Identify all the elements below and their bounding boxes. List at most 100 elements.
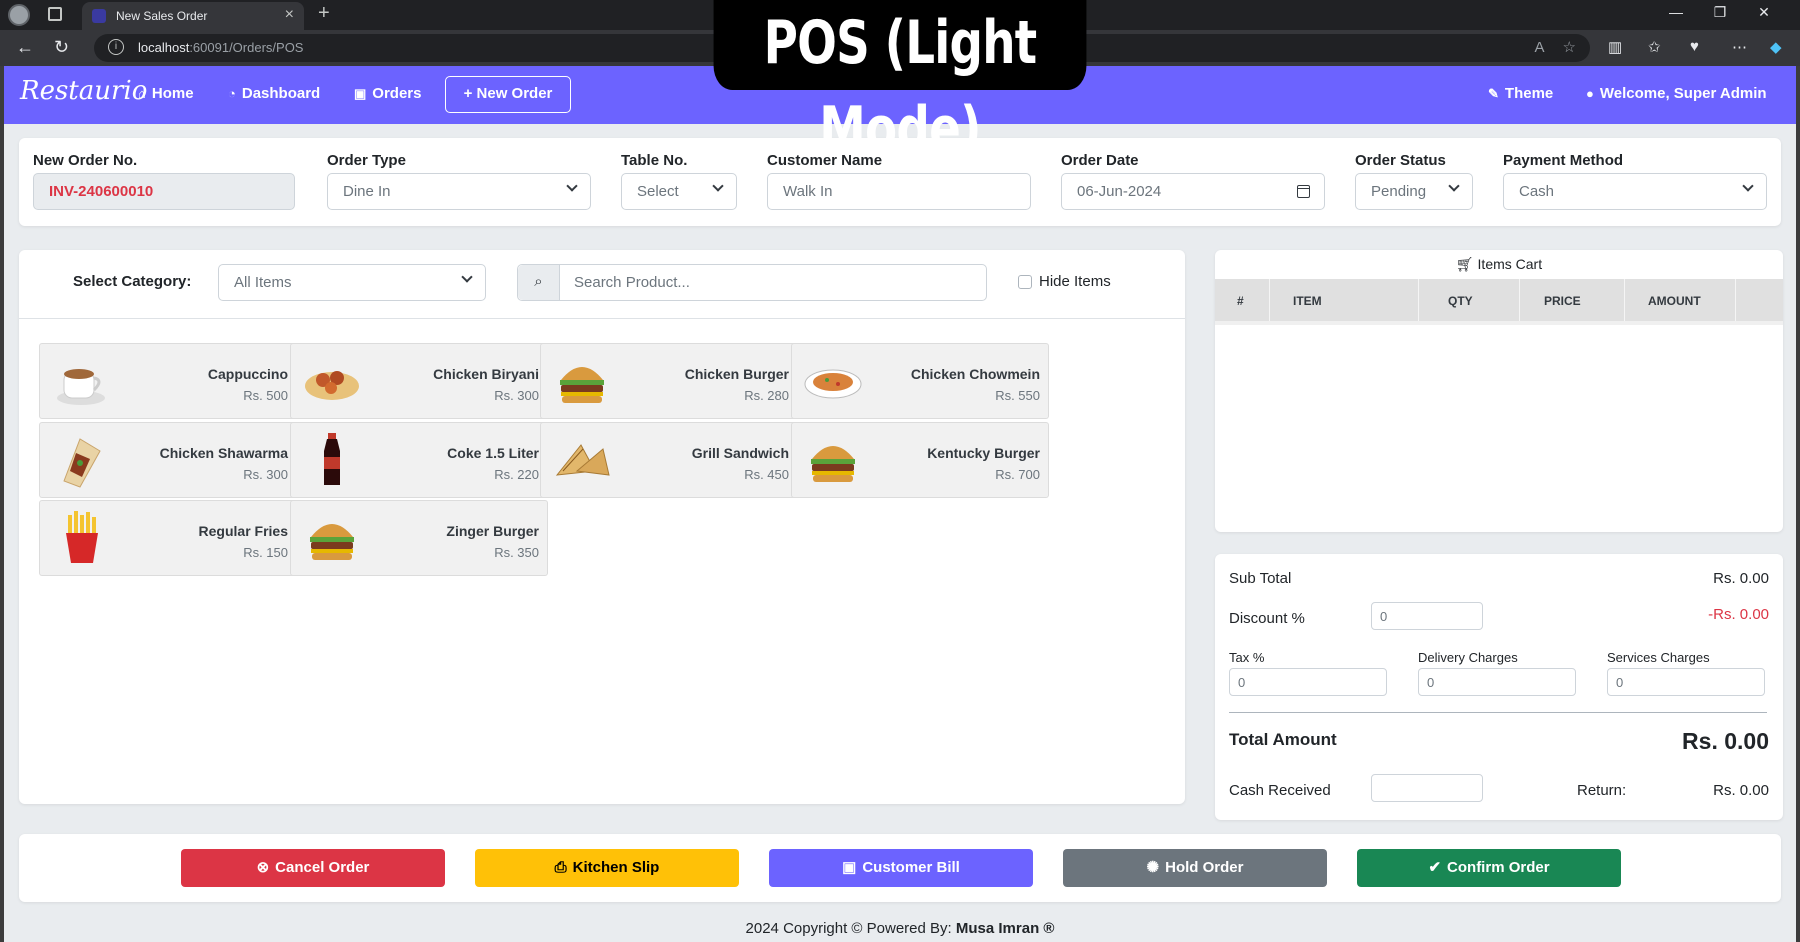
product-card[interactable]: Kentucky Burger Rs. 700 <box>791 422 1049 498</box>
category-select[interactable]: All Items <box>218 264 486 301</box>
product-price: Rs. 150 <box>243 545 288 560</box>
confirm-order-button[interactable]: ✔ Confirm Order <box>1357 849 1621 887</box>
product-price: Rs. 350 <box>494 545 539 560</box>
product-name: Regular Fries <box>198 523 288 539</box>
order-summary: Sub Total Rs. 0.00 Discount % 0 -Rs. 0.0… <box>1215 554 1783 820</box>
product-card[interactable]: Grill Sandwich Rs. 450 <box>540 422 798 498</box>
services-charges-input[interactable]: 0 <box>1607 668 1765 696</box>
cart-body <box>1215 321 1783 325</box>
nav-orders[interactable]: ▣ Orders <box>354 85 422 102</box>
product-name: Chicken Burger <box>684 366 789 382</box>
user-menu[interactable]: ● Welcome, Super Admin <box>1586 85 1767 102</box>
tax-input[interactable]: 0 <box>1229 668 1387 696</box>
spinner-icon: ✺ <box>1146 859 1160 876</box>
minimize-icon[interactable]: — <box>1654 4 1698 20</box>
times-circle-icon: ⊗ <box>256 859 270 876</box>
close-window-icon[interactable]: ✕ <box>1742 4 1786 21</box>
customer-name-input[interactable]: Walk In <box>767 173 1031 210</box>
product-search-group: ⌕ Search Product... <box>517 264 987 301</box>
product-price: Rs. 220 <box>494 467 539 482</box>
product-card[interactable]: Chicken Biryani Rs. 300 <box>290 343 548 419</box>
hold-order-button[interactable]: ✺ Hold Order <box>1063 849 1327 887</box>
order-type-select[interactable]: Dine In <box>327 173 591 210</box>
cart-col-divider <box>1269 279 1270 321</box>
order-no-label: New Order No. <box>33 152 138 169</box>
discount-input[interactable]: 0 <box>1371 602 1483 630</box>
copilot-icon[interactable]: ◆ <box>1770 38 1782 56</box>
product-name: Chicken Shawarma <box>159 445 288 461</box>
hide-items-checkbox[interactable] <box>1018 275 1032 289</box>
brand-logo[interactable]: Restaurio <box>20 76 147 106</box>
delivery-charges-input[interactable]: 0 <box>1418 668 1576 696</box>
new-tab-icon[interactable]: + <box>318 2 330 25</box>
return-label: Return: <box>1577 782 1627 799</box>
product-card[interactable]: Zinger Burger Rs. 350 <box>290 500 548 576</box>
restore-icon[interactable]: ❐ <box>1698 4 1742 21</box>
services-charges-label: Services Charges <box>1607 650 1710 665</box>
order-date-label: Order Date <box>1061 152 1139 169</box>
product-name: Grill Sandwich <box>691 445 789 461</box>
tab-actions-icon[interactable] <box>48 7 62 21</box>
cash-received-input[interactable] <box>1371 774 1483 802</box>
product-card[interactable]: Coke 1.5 Liter Rs. 220 <box>290 422 548 498</box>
search-icon: ⌕ <box>518 265 560 300</box>
items-cart: 🛒︎ Items Cart # ITEM QTY PRICE AMOUNT <box>1215 250 1783 532</box>
product-card[interactable]: Chicken Shawarma Rs. 300 <box>39 422 297 498</box>
split-screen-icon[interactable]: ▥ <box>1608 38 1622 56</box>
new-order-button[interactable]: + New Order <box>445 76 571 113</box>
theme-button[interactable]: ✎ Theme <box>1488 85 1553 102</box>
nav-home[interactable]: ⌂ Home <box>138 85 194 102</box>
back-icon[interactable]: ← <box>16 37 34 58</box>
close-tab-icon[interactable]: × <box>285 6 294 24</box>
coke-bottle-icon <box>301 431 363 489</box>
home-icon: ⌂ <box>138 86 146 101</box>
payment-method-label: Payment Method <box>1503 152 1624 169</box>
tax-label: Tax % <box>1229 650 1265 665</box>
product-name: Kentucky Burger <box>927 445 1040 461</box>
cancel-order-button[interactable]: ⊗ Cancel Order <box>181 849 445 887</box>
shawarma-icon <box>50 431 112 489</box>
app-root: Restaurio ⌂ Home ◔ Dashboard ▣ Orders + New… <box>4 66 1796 942</box>
search-input[interactable]: Search Product... <box>574 274 690 291</box>
order-status-select[interactable]: Pending <box>1355 173 1473 210</box>
browser-tab[interactable]: New Sales Order × <box>82 2 304 30</box>
discount-value: -Rs. 0.00 <box>1708 606 1769 623</box>
site-info-icon[interactable]: i <box>108 39 124 55</box>
favorites-icon[interactable]: ✩ <box>1648 38 1661 56</box>
cart-col-qty: QTY <box>1448 294 1473 308</box>
nav-dashboard[interactable]: ◔ Dashboard <box>228 85 320 102</box>
cart-col-divider <box>1624 279 1625 321</box>
more-menu-icon[interactable]: ⋯ <box>1732 38 1747 56</box>
product-name: Zinger Burger <box>446 523 539 539</box>
product-price: Rs. 550 <box>995 388 1040 403</box>
customer-bill-button[interactable]: ▣ Customer Bill <box>769 849 1033 887</box>
order-no-field: INV-240600010 <box>33 173 295 210</box>
table-no-select[interactable]: Select <box>621 173 737 210</box>
product-card[interactable]: Chicken Burger Rs. 280 <box>540 343 798 419</box>
profile-avatar[interactable] <box>8 4 30 26</box>
product-card[interactable]: Chicken Chowmein Rs. 550 <box>791 343 1049 419</box>
payment-method-select[interactable]: Cash <box>1503 173 1767 210</box>
calendar-icon[interactable] <box>1297 185 1310 198</box>
reload-icon[interactable]: ↻ <box>54 37 69 58</box>
product-card[interactable]: Cappuccino Rs. 500 <box>39 343 297 419</box>
kitchen-slip-button[interactable]: ⎙ Kitchen Slip <box>475 849 739 887</box>
extensions-icon[interactable]: ♥ <box>1690 38 1699 55</box>
order-date-input[interactable]: 06-Jun-2024 <box>1061 173 1325 210</box>
product-name: Chicken Chowmein <box>910 366 1040 382</box>
total-amount-value: Rs. 0.00 <box>1682 728 1769 754</box>
page-footer: 2024 Copyright © Powered By: Musa Imran … <box>745 920 1055 937</box>
cart-table-header: # ITEM QTY PRICE AMOUNT <box>1215 279 1783 321</box>
chevron-down-icon <box>712 180 724 192</box>
chevron-down-icon <box>1448 180 1460 192</box>
product-price: Rs. 300 <box>243 467 288 482</box>
favorite-star-icon[interactable]: ☆ <box>1563 39 1576 56</box>
action-bar: ⊗ Cancel Order ⎙ Kitchen Slip ▣ Customer Bi… <box>19 834 1781 902</box>
burger-icon <box>802 431 864 489</box>
url-text: localhost:60091/Orders/POS <box>138 40 304 55</box>
money-bill-icon: ▣ <box>842 859 857 876</box>
read-aloud-icon[interactable]: A <box>1535 39 1545 56</box>
product-card[interactable]: Regular Fries Rs. 150 <box>39 500 297 576</box>
cart-icon: 🛒︎ <box>1455 256 1478 272</box>
printer-icon: ⎙ <box>554 859 567 876</box>
